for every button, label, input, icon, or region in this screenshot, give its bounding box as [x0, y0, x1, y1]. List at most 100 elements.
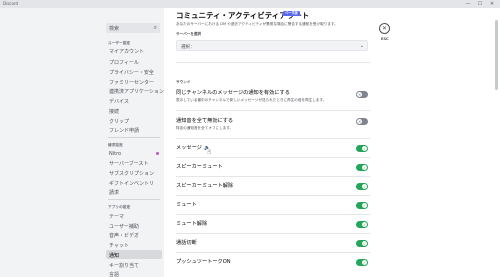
scrollbar-thumb[interactable] — [495, 20, 498, 90]
toggle-unmute-sound[interactable]: ✓ — [356, 221, 368, 228]
setting-description: 表示している最中のチャンネルで新しいメッセージが送られたときに再生の音を再生しま… — [176, 98, 327, 102]
sidebar-item-label: サーバーブースト — [109, 160, 149, 167]
toggle-on-icon: ✓ — [363, 202, 367, 208]
section-divider — [176, 62, 370, 63]
sidebar-item-subscriptions[interactable]: サブスクリプション — [106, 168, 162, 177]
sidebar-item-server-boost[interactable]: サーバーブースト — [106, 158, 162, 167]
sidebar-item-theme[interactable]: テーマ — [106, 211, 162, 220]
sidebar-item-my-account[interactable]: マイアカウント — [106, 46, 162, 55]
beta-badge: ベータ版 — [283, 11, 300, 16]
row-divider — [176, 110, 370, 111]
toggle-on-icon: ✓ — [363, 183, 367, 189]
close-icon: ✕ — [381, 25, 388, 32]
sidebar-item-label: デバイス — [109, 98, 129, 105]
sidebar-item-language[interactable]: 言語 — [106, 269, 162, 277]
toggle-off-icon: ✕ — [358, 118, 362, 124]
sidebar-divider — [108, 199, 160, 200]
sidebar-item-label: 音声・ビデオ — [109, 232, 140, 239]
sidebar-item-devices[interactable]: デバイス — [106, 96, 162, 105]
server-select[interactable]: 選択： ⌄ — [176, 40, 368, 51]
toggle-message-sound[interactable]: ✓ — [356, 145, 368, 152]
sidebar-item-label: クリップ — [109, 118, 130, 125]
sidebar-item-nitro[interactable]: Nitro — [106, 149, 162, 158]
setting-title: ミュート解除 — [176, 221, 208, 227]
sidebar-item-clips[interactable]: クリップ — [106, 116, 162, 125]
page-description: あなたのサーバーにおける DM や過去アクティビティが異常な場合に警告する通知を… — [176, 22, 338, 26]
sidebar-item-label: マイアカウント — [109, 48, 145, 55]
nav-heading-app-settings: アプリの設定 — [108, 205, 131, 209]
nav-heading-billing: 請求設定 — [108, 143, 123, 147]
window-close-icon[interactable]: ✕ — [486, 0, 498, 8]
maximize-icon[interactable]: ☐ — [474, 0, 486, 8]
sidebar-item-label: プライバシー・安全 — [109, 69, 154, 76]
sound-section-heading: サウンド — [176, 80, 191, 84]
sidebar-item-notifications[interactable]: 通知 — [106, 250, 162, 259]
server-select-value: 選択： — [181, 45, 195, 50]
setting-title: メッセージ — [176, 145, 202, 151]
sidebar-item-label: 通知 — [109, 252, 120, 259]
row-divider — [176, 176, 370, 177]
search-input[interactable]: 検索 ⌕ — [106, 23, 160, 33]
setting-title: 同じチャンネルのメッセージの通知を有効にする — [176, 90, 290, 96]
toggle-same-channel-notifications[interactable]: ✕ — [356, 91, 368, 98]
minimize-icon[interactable]: — — [462, 0, 474, 8]
sidebar-item-label: ギフトインベントリ — [109, 180, 155, 187]
sidebar-item-label: ファミリーセンター — [109, 79, 155, 86]
row-divider — [176, 138, 370, 139]
sidebar-item-label: 請求 — [109, 189, 120, 196]
server-select-label: サーバーを選択 — [176, 32, 202, 36]
app-title: Discord — [3, 1, 19, 6]
sidebar-item-label: ユーザー補助 — [109, 223, 139, 230]
toggle-on-icon: ✓ — [363, 240, 367, 246]
sidebar-item-label: テーマ — [109, 213, 125, 220]
sidebar-item-label: プロフィール — [109, 59, 139, 66]
sidebar-item-label: Nitro — [109, 150, 122, 157]
chevron-down-icon: ⌄ — [359, 43, 364, 49]
sidebar-item-label: チャット — [109, 242, 129, 249]
row-divider — [176, 195, 370, 196]
close-settings-button[interactable]: ✕ — [379, 23, 390, 34]
sidebar-item-label: 接続 — [109, 108, 120, 115]
row-divider — [176, 252, 370, 253]
setting-title: スピーカーミュート解除 — [176, 183, 234, 189]
sidebar-item-gift-inventory[interactable]: ギフトインベントリ — [106, 178, 162, 187]
toggle-disable-all-sounds[interactable]: ✕ — [356, 118, 368, 125]
setting-title: 通知音を全て無効にする — [176, 118, 234, 124]
setting-title: ミュート — [176, 202, 197, 208]
sidebar-item-family-center[interactable]: ファミリーセンター — [106, 77, 162, 86]
sidebar-item-authorized-apps[interactable]: 連携済アプリケーション — [106, 86, 164, 95]
row-divider — [176, 214, 370, 215]
row-divider — [176, 157, 370, 158]
toggle-off-icon: ✕ — [358, 91, 362, 97]
nitro-badge-dot — [156, 152, 159, 155]
sidebar-divider — [108, 137, 160, 138]
sidebar-item-keybinds[interactable]: キー割り当て — [106, 260, 162, 269]
toggle-undeafen-sound[interactable]: ✓ — [356, 183, 368, 190]
sidebar-item-privacy[interactable]: プライバシー・安全 — [106, 67, 162, 76]
toggle-mute-sound[interactable]: ✓ — [356, 202, 368, 209]
toggle-on-icon: ✓ — [363, 164, 367, 170]
sidebar-item-label: キー割り当て — [109, 262, 140, 269]
toggle-deafen-sound[interactable]: ✓ — [356, 164, 368, 171]
sidebar-item-accessibility[interactable]: ユーザー補助 — [106, 221, 162, 230]
setting-description: 特定の通知音を全てオフにします。 — [176, 126, 234, 130]
sidebar-item-label: 言語 — [109, 271, 120, 277]
sidebar-item-voice-video[interactable]: 音声・ビデオ — [106, 230, 162, 239]
sidebar-item-label: フレンド申請 — [109, 127, 140, 134]
toggle-disconnect-sound[interactable]: ✓ — [356, 240, 368, 247]
sidebar-item-friend-requests[interactable]: フレンド申請 — [106, 125, 162, 134]
sidebar-item-connections[interactable]: 接続 — [106, 106, 162, 115]
search-icon: ⌕ — [153, 24, 157, 31]
window-titlebar: Discord — ☐ ✕ — [0, 0, 500, 8]
mouse-cursor-icon: ☝ — [207, 148, 212, 156]
sidebar-item-chat[interactable]: チャット — [106, 240, 162, 249]
setting-title: 通話切断 — [176, 240, 197, 246]
search-placeholder: 検索 — [109, 26, 120, 32]
toggle-on-icon: ✓ — [363, 221, 367, 227]
sidebar-item-label: 連携済アプリケーション — [109, 88, 164, 95]
sidebar-item-label: サブスクリプション — [109, 170, 155, 177]
setting-title: スピーカーミュート — [176, 164, 223, 170]
sidebar-item-profile[interactable]: プロフィール — [106, 57, 162, 66]
toggle-ptt-activate-sound[interactable]: ✓ — [356, 259, 368, 266]
sidebar-item-billing[interactable]: 請求 — [106, 187, 162, 196]
